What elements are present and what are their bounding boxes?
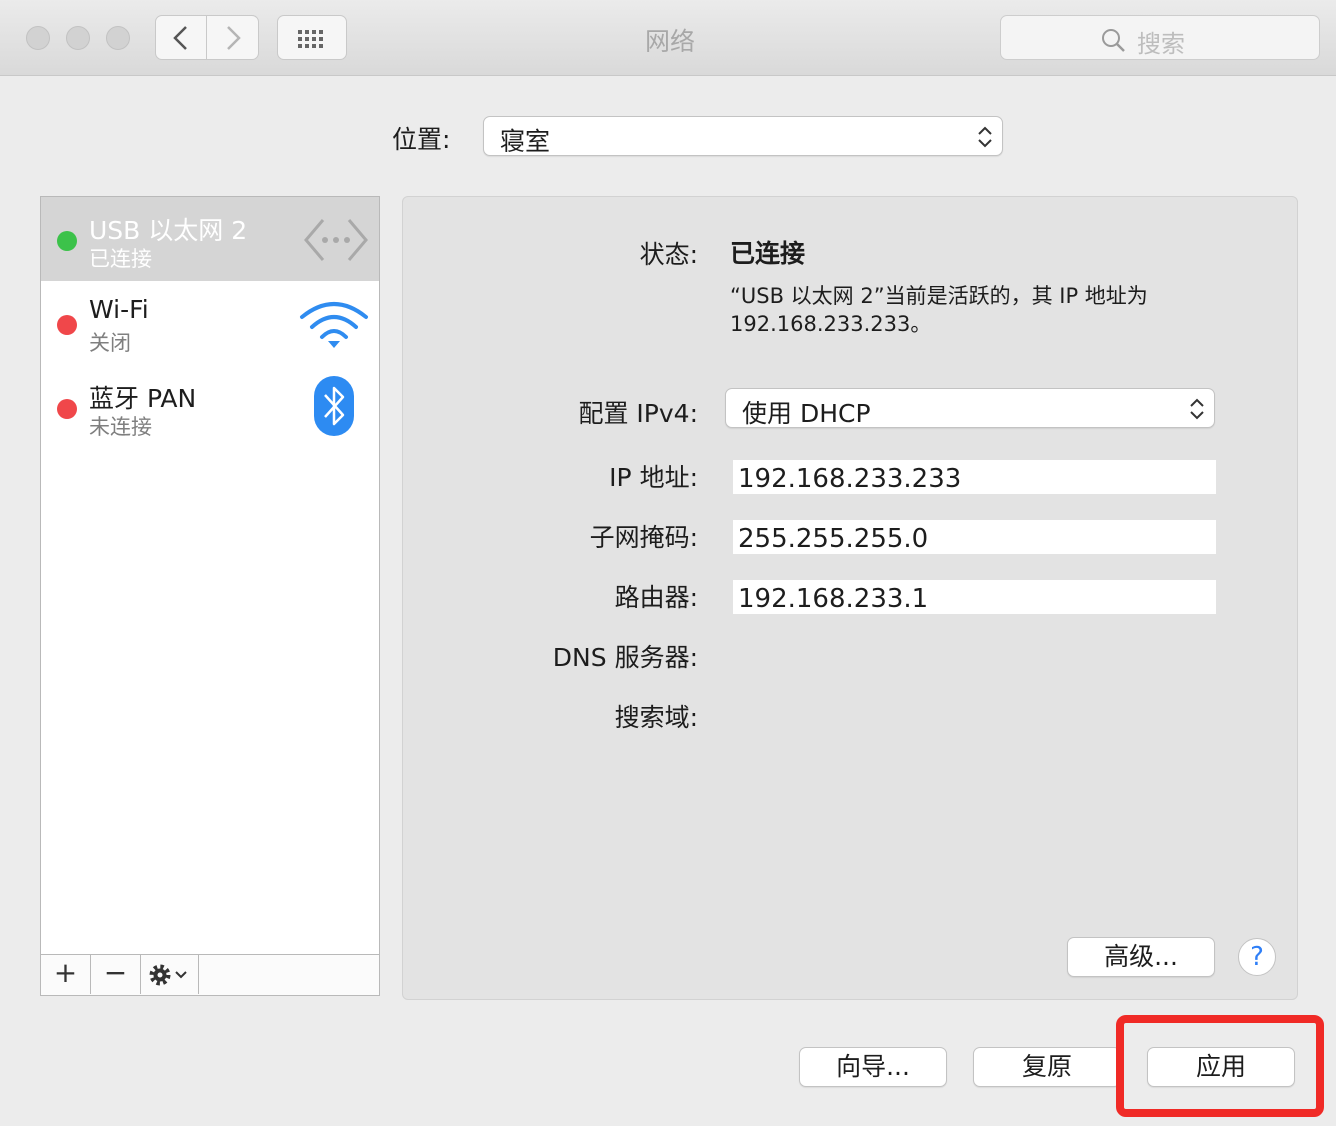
configure-ipv4-value: 使用 DHCP: [742, 399, 871, 428]
search-placeholder: 搜索: [1137, 30, 1185, 58]
status-value: 已连接: [730, 239, 806, 268]
service-list-toolbar: + −: [41, 954, 379, 995]
service-list: USB 以太网 2 已连接 Wi-Fi 关闭 蓝牙 PAN 未连接 + −: [40, 196, 380, 996]
bluetooth-icon: [314, 376, 354, 436]
subnet-mask-field[interactable]: 255.255.255.0: [733, 520, 1216, 554]
chevron-left-icon: [173, 26, 187, 50]
dns-server-label: DNS 服务器:: [552, 643, 698, 672]
service-name: USB 以太网 2: [89, 216, 248, 245]
status-description-line2: 192.168.233.233。: [730, 312, 932, 336]
show-all-button[interactable]: [277, 15, 347, 60]
configure-ipv4-label: 配置 IPv4:: [578, 399, 698, 428]
service-status: 未连接: [89, 415, 152, 439]
back-button[interactable]: [155, 15, 207, 60]
ethernet-icon: [304, 219, 368, 261]
search-icon: [1102, 29, 1125, 52]
router-field[interactable]: 192.168.233.1: [733, 580, 1216, 614]
ip-address-field[interactable]: 192.168.233.233: [733, 460, 1216, 494]
updown-chevron-icon: [978, 126, 992, 148]
ip-address-label: IP 地址:: [609, 463, 698, 492]
chevron-right-icon: [227, 26, 241, 50]
configure-ipv4-popup[interactable]: 使用 DHCP: [725, 388, 1215, 428]
service-name: Wi-Fi: [89, 295, 149, 324]
location-value: 寝室: [500, 127, 551, 156]
action-menu-button[interactable]: [141, 955, 199, 994]
status-label: 状态:: [639, 240, 698, 269]
zoom-window-button[interactable]: [106, 26, 130, 50]
status-dot: [57, 231, 77, 251]
service-status: 关闭: [89, 331, 131, 355]
status-dot: [57, 315, 77, 335]
revert-button[interactable]: 复原: [973, 1047, 1121, 1087]
assist-me-button[interactable]: 向导...: [799, 1047, 947, 1087]
service-name: 蓝牙 PAN: [89, 384, 197, 413]
gear-icon: [149, 964, 187, 986]
service-item-usb-ethernet[interactable]: USB 以太网 2 已连接: [41, 197, 379, 281]
updown-chevron-icon: [1190, 398, 1204, 420]
service-item-wifi[interactable]: Wi-Fi 关闭: [41, 281, 379, 365]
help-button[interactable]: ?: [1238, 938, 1276, 976]
grid-icon: [298, 30, 323, 48]
close-window-button[interactable]: [26, 26, 50, 50]
location-label: 位置:: [392, 125, 451, 154]
title-bar: 网络 搜索: [0, 0, 1336, 76]
wifi-icon: [300, 302, 368, 348]
add-service-button[interactable]: +: [41, 955, 91, 994]
location-popup[interactable]: 寝室: [483, 116, 1003, 156]
service-item-bluetooth-pan[interactable]: 蓝牙 PAN 未连接: [41, 365, 379, 449]
forward-button[interactable]: [207, 15, 259, 60]
router-label: 路由器:: [614, 583, 698, 612]
search-field[interactable]: 搜索: [1000, 15, 1320, 60]
service-status: 已连接: [89, 247, 152, 271]
apply-highlight-box: [1116, 1015, 1324, 1117]
search-domain-label: 搜索域:: [614, 703, 698, 732]
minimize-window-button[interactable]: [66, 26, 90, 50]
subnet-mask-label: 子网掩码:: [589, 523, 698, 552]
advanced-button[interactable]: 高级...: [1067, 937, 1215, 977]
status-dot: [57, 399, 77, 419]
window-title: 网络: [644, 27, 695, 56]
remove-service-button[interactable]: −: [91, 955, 141, 994]
status-description-line1: “USB 以太网 2”当前是活跃的，其 IP 地址为: [730, 284, 1148, 308]
